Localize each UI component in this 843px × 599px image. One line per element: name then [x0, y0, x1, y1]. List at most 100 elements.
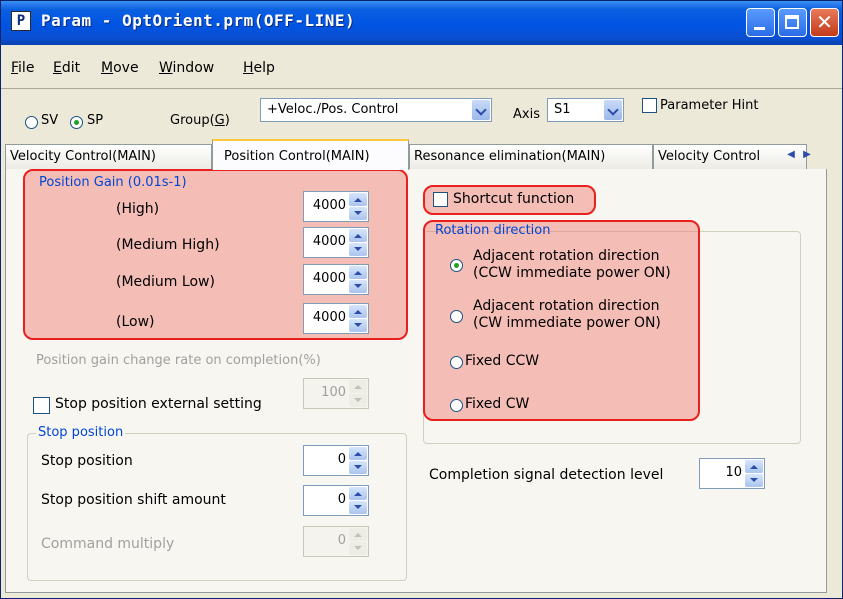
stop-position-group-title: Stop position — [36, 425, 126, 440]
rotation-option-3-radio[interactable] — [450, 356, 463, 369]
stop-external-checkbox[interactable] — [33, 397, 50, 414]
gain-high-stepper[interactable]: 4000 — [303, 191, 369, 222]
gain-change-rate-label: Position gain change rate on completion(… — [36, 353, 321, 368]
group-label-hotkey: G — [214, 113, 225, 128]
stop-position-value: 0 — [337, 452, 346, 467]
sp-radio[interactable] — [70, 116, 83, 129]
param-window: P Param - OptOrient.prm(OFF-LINE) ✕ File… — [0, 0, 843, 599]
completion-signal-stepper[interactable]: 10 — [699, 458, 765, 489]
stop-position-shift-stepper[interactable]: 0 — [303, 485, 369, 516]
gain-change-rate-stepper: 100 — [303, 378, 369, 409]
spin-down-icon[interactable] — [349, 461, 367, 474]
rotation-option-1-radio[interactable] — [450, 259, 463, 272]
spin-up-icon[interactable] — [745, 460, 763, 473]
sv-radio[interactable] — [25, 116, 38, 129]
rotation-option-2-line2: (CW immediate power ON) — [473, 315, 661, 331]
menu-window-hotkey: W — [159, 60, 173, 76]
rotation-option-4-label: Fixed CW — [465, 396, 530, 412]
rotation-option-1-line1: Adjacent rotation direction — [473, 248, 660, 264]
spin-up-icon[interactable] — [349, 193, 367, 206]
tab-position-control-main[interactable]: Position Control(MAIN) — [212, 139, 409, 170]
close-button[interactable]: ✕ — [810, 8, 839, 37]
rotation-direction-title: Rotation direction — [435, 223, 551, 238]
gain-medium-high-value: 4000 — [312, 234, 346, 249]
spin-up-icon[interactable] — [349, 487, 367, 500]
spin-up-icon[interactable] — [349, 266, 367, 279]
gain-change-rate-value: 100 — [321, 385, 346, 400]
tab-label: Velocity Control — [658, 149, 761, 164]
menu-file-rest: ile — [18, 60, 35, 76]
minimize-button[interactable] — [746, 8, 775, 37]
axis-select[interactable]: S1 — [547, 98, 624, 122]
chevron-down-icon[interactable] — [472, 100, 490, 120]
shortcut-checkbox[interactable] — [433, 192, 448, 207]
rotation-option-4-radio[interactable] — [450, 399, 463, 412]
menu-move[interactable]: Move — [101, 60, 139, 76]
stop-position-shift-label: Stop position shift amount — [41, 492, 226, 508]
menu-edit-hotkey: E — [53, 60, 62, 76]
rotation-option-2-label: Adjacent rotation direction (CW immediate… — [473, 298, 661, 332]
spin-down-icon[interactable] — [349, 243, 367, 256]
parameter-hint-checkbox[interactable] — [642, 98, 657, 113]
command-multiply-label: Command multiply — [41, 536, 175, 552]
window-title: Param - OptOrient.prm(OFF-LINE) — [41, 11, 356, 30]
spin-down-icon[interactable] — [349, 280, 367, 293]
tab-label: Velocity Control(MAIN) — [10, 149, 156, 164]
menu-edit[interactable]: Edit — [53, 60, 80, 76]
position-gain-title: Position Gain (0.01s-1) — [39, 175, 187, 190]
spin-up-icon[interactable] — [349, 447, 367, 460]
spin-up-icon — [349, 380, 367, 393]
sv-label: SV — [41, 113, 59, 128]
gain-medium-low-value: 4000 — [312, 271, 346, 286]
menu-move-hotkey: M — [101, 60, 114, 76]
spin-up-icon[interactable] — [349, 229, 367, 242]
tab-scroll-left-icon[interactable]: ◀ — [784, 148, 798, 162]
menu-window[interactable]: Window — [159, 60, 214, 76]
gain-low-label: (Low) — [116, 314, 155, 330]
tab-scroll-right-icon[interactable]: ▶ — [800, 148, 814, 162]
tab-label: Position Control(MAIN) — [224, 149, 370, 164]
menu-file[interactable]: File — [11, 60, 34, 76]
gain-low-stepper[interactable]: 4000 — [303, 303, 369, 334]
spin-up-icon — [349, 528, 367, 541]
spin-down-icon — [349, 394, 367, 407]
chevron-down-icon[interactable] — [604, 100, 622, 120]
gain-medium-low-label: (Medium Low) — [116, 274, 215, 290]
rotation-option-1-label: Adjacent rotation direction (CCW immediat… — [473, 248, 671, 282]
spin-down-icon[interactable] — [349, 319, 367, 332]
menu-window-rest: indow — [172, 60, 215, 76]
shortcut-label: Shortcut function — [453, 191, 575, 207]
title-bar[interactable]: P Param - OptOrient.prm(OFF-LINE) ✕ — [1, 1, 842, 45]
spin-down-icon[interactable] — [349, 207, 367, 220]
command-multiply-value: 0 — [337, 533, 346, 548]
spin-down-icon[interactable] — [349, 501, 367, 514]
maximize-icon — [785, 15, 799, 29]
tab-velocity-control-main[interactable]: Velocity Control(MAIN) — [5, 144, 212, 169]
menu-help[interactable]: Help — [243, 60, 275, 76]
spin-down-icon[interactable] — [745, 474, 763, 487]
close-icon: ✕ — [816, 10, 833, 34]
tab-resonance-elimination-main[interactable]: Resonance elimination(MAIN) — [409, 144, 653, 169]
menu-divider — [1, 88, 842, 89]
axis-label: Axis — [513, 107, 540, 122]
stop-external-label: Stop position external setting — [55, 396, 262, 412]
sp-label: SP — [87, 113, 104, 128]
maximize-button[interactable] — [778, 8, 807, 37]
stop-position-stepper[interactable]: 0 — [303, 445, 369, 476]
command-multiply-stepper: 0 — [303, 526, 369, 557]
stop-position-shift-value: 0 — [337, 492, 346, 507]
completion-signal-value: 10 — [725, 465, 742, 480]
app-icon: P — [11, 11, 31, 31]
gain-low-value: 4000 — [312, 310, 346, 325]
menu-file-hotkey: F — [11, 60, 19, 76]
axis-select-value: S1 — [554, 102, 571, 117]
gain-medium-low-stepper[interactable]: 4000 — [303, 264, 369, 295]
group-select[interactable]: +Veloc./Pos. Control — [260, 98, 492, 122]
group-select-value: +Veloc./Pos. Control — [267, 102, 399, 117]
gain-medium-high-stepper[interactable]: 4000 — [303, 227, 369, 258]
menu-move-rest: ove — [113, 60, 139, 76]
group-label: Group(G) — [170, 113, 230, 128]
rotation-option-2-radio[interactable] — [450, 310, 463, 323]
stop-position-label: Stop position — [41, 453, 133, 469]
spin-up-icon[interactable] — [349, 305, 367, 318]
